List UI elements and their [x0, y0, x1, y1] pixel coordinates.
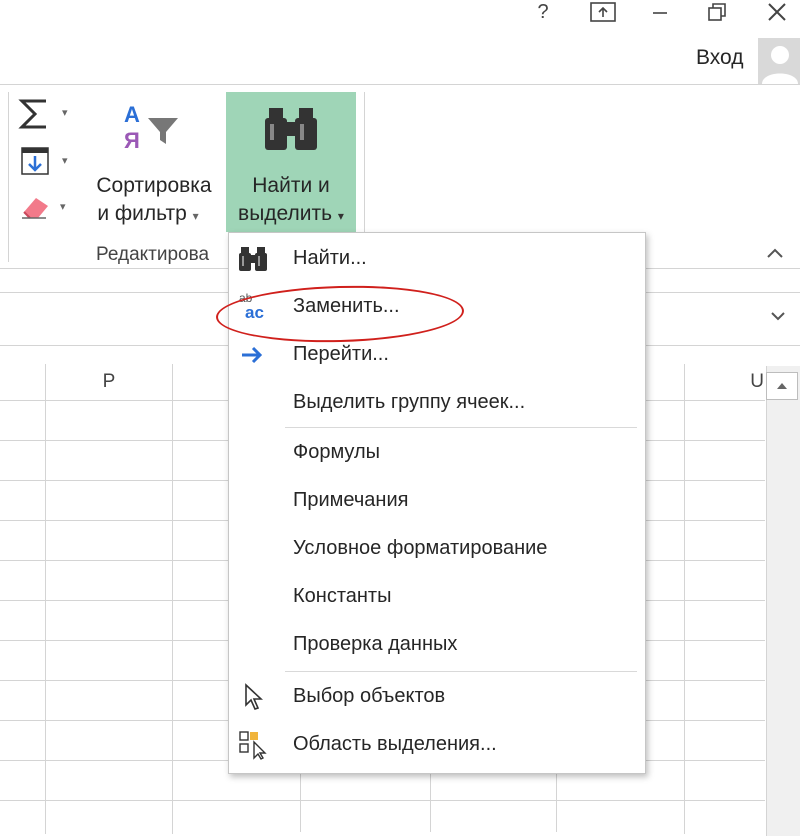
- find-select-label-line1: Найти и: [252, 174, 330, 197]
- ribbon-display-icon: [590, 2, 616, 22]
- menu-item-label: Выбор объектов: [293, 685, 446, 707]
- binoculars-icon: [265, 108, 317, 150]
- menu-separator: [285, 671, 637, 672]
- menu-item-label: Проверка данных: [293, 633, 458, 655]
- fill-button[interactable]: ▾: [20, 146, 76, 180]
- menu-item-label: Константы: [293, 585, 392, 607]
- sort-letter-ya: Я: [124, 128, 140, 153]
- selection-pane-icon: [237, 729, 269, 761]
- sort-filter-label-text: и фильтр: [97, 202, 187, 225]
- triangle-up-icon: [777, 383, 787, 389]
- autosum-dropdown-icon[interactable]: ▾: [62, 106, 68, 119]
- question-icon: ?: [537, 0, 549, 23]
- gridline: [45, 364, 46, 834]
- sort-filter-icon: А Я: [124, 102, 184, 158]
- ribbon-group-divider: [8, 92, 9, 262]
- expand-formula-bar-button[interactable]: [770, 308, 786, 324]
- menu-item-constants[interactable]: Константы: [229, 575, 645, 619]
- menu-item-label: Область выделения...: [293, 733, 497, 755]
- help-button[interactable]: ?: [530, 0, 556, 24]
- sort-filter-label-line1: Сортировка: [96, 174, 212, 197]
- fill-down-icon: [21, 147, 49, 175]
- column-header-u[interactable]: U: [684, 364, 770, 400]
- avatar[interactable]: [758, 38, 800, 84]
- menu-item-label: Формулы: [293, 441, 381, 463]
- autosum-button[interactable]: ▾: [18, 98, 76, 132]
- gridline: [556, 772, 557, 832]
- column-header-p[interactable]: P: [46, 364, 172, 400]
- vertical-scrollbar[interactable]: [766, 366, 800, 836]
- funnel-icon: [148, 118, 178, 144]
- arrow-right-icon: [237, 339, 269, 371]
- gridline: [0, 800, 765, 801]
- close-button[interactable]: [760, 0, 794, 24]
- pointer-icon: [237, 681, 269, 713]
- gridline: [300, 772, 301, 832]
- gridline: [172, 364, 173, 834]
- restore-icon: [708, 3, 726, 21]
- menu-item-conditional-formatting[interactable]: Условное форматирование: [229, 527, 645, 571]
- find-select-label-line2: выделить ▾: [226, 200, 356, 230]
- menu-item-label: Перейти...: [293, 343, 389, 365]
- sort-filter-button[interactable]: А Я Сортировка и фильтр ▾: [84, 96, 224, 236]
- menu-item-label: Примечания: [293, 489, 409, 511]
- sort-filter-label-line2: и фильтр ▾: [84, 200, 212, 230]
- find-select-dropdown-icon: ▾: [337, 209, 344, 223]
- gridline: [430, 772, 431, 832]
- chevron-up-icon: [767, 248, 783, 258]
- restore-button[interactable]: [702, 0, 732, 24]
- menu-item-go-to-special[interactable]: Выделить группу ячеек...: [229, 381, 645, 425]
- menu-separator: [285, 427, 637, 428]
- fill-dropdown-icon[interactable]: ▾: [62, 154, 68, 167]
- binoculars-icon: [237, 243, 269, 275]
- user-silhouette-icon: [762, 46, 798, 84]
- clear-button[interactable]: ▾: [20, 192, 76, 226]
- close-icon: [768, 3, 786, 21]
- menu-item-comments[interactable]: Примечания: [229, 479, 645, 523]
- find-select-button[interactable]: Найти и выделить ▾: [226, 92, 356, 232]
- sigma-icon: [18, 99, 46, 129]
- menu-item-select-objects[interactable]: Выбор объектов: [229, 675, 645, 719]
- clear-dropdown-icon[interactable]: ▾: [60, 200, 66, 213]
- menu-item-label: Выделить группу ячеек...: [293, 391, 526, 413]
- ribbon-display-options-button[interactable]: [586, 0, 620, 24]
- eraser-icon: [22, 198, 48, 219]
- ribbon-top-border: [0, 84, 800, 85]
- gridline: [684, 364, 685, 834]
- menu-item-label: Найти...: [293, 247, 367, 269]
- scroll-up-button[interactable]: [766, 372, 798, 400]
- menu-item-find[interactable]: Найти...: [229, 237, 645, 281]
- minimize-button[interactable]: [646, 0, 674, 24]
- minimize-icon: [653, 12, 667, 14]
- login-link[interactable]: Вход: [696, 46, 744, 70]
- collapse-ribbon-button[interactable]: [766, 246, 784, 264]
- menu-item-formulas[interactable]: Формулы: [229, 431, 645, 475]
- menu-item-data-validation[interactable]: Проверка данных: [229, 623, 645, 667]
- chevron-down-icon: [771, 312, 785, 321]
- sort-filter-dropdown-icon: ▾: [192, 209, 199, 223]
- editing-group-label: Редактирова: [96, 244, 210, 265]
- sort-letter-a: А: [124, 102, 140, 127]
- menu-item-label: Условное форматирование: [293, 537, 548, 559]
- menu-item-selection-pane[interactable]: Область выделения...: [229, 723, 645, 767]
- find-select-label-text: выделить: [238, 202, 333, 225]
